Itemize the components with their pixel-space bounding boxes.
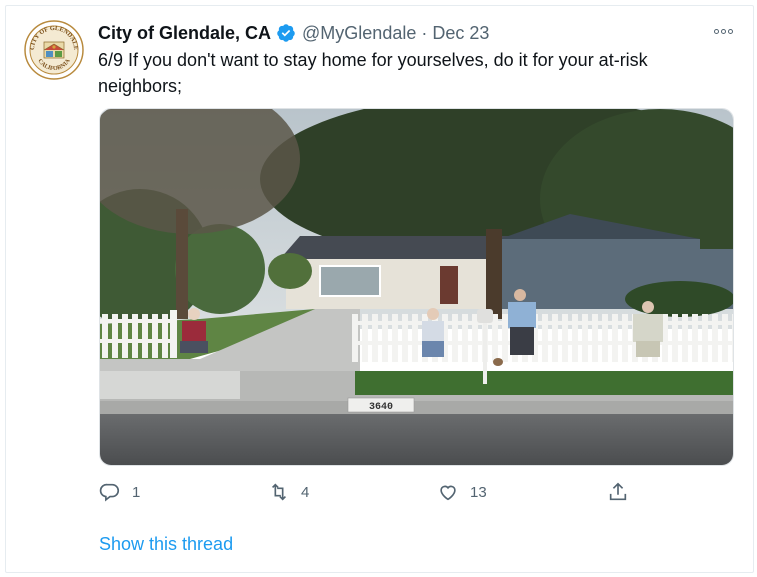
share-icon <box>609 482 627 501</box>
fence-picket <box>502 314 508 362</box>
fence-picket <box>472 314 478 362</box>
fence-picket <box>462 314 468 362</box>
reply-button[interactable]: 1 <box>99 480 140 504</box>
separator-dot: · <box>421 22 428 43</box>
fence-picket <box>622 314 628 362</box>
heart-icon <box>440 485 456 501</box>
like-button[interactable]: 13 <box>437 480 487 504</box>
tweet-photo[interactable]: 3640 <box>99 108 734 466</box>
fence-picket <box>562 314 568 362</box>
fence-picket <box>572 314 578 362</box>
fence-picket <box>552 314 558 362</box>
fence-picket <box>492 314 498 362</box>
verified-badge-icon <box>277 24 295 42</box>
house-number-text: 3640 <box>369 402 393 413</box>
fence-picket <box>692 314 698 362</box>
retweet-icon <box>271 483 287 501</box>
fence-picket <box>412 314 418 362</box>
fence-picket <box>712 314 718 362</box>
tweet-actions: 1 4 13 <box>0 480 757 506</box>
photo-image: 3640 <box>100 109 733 465</box>
fence-picket <box>352 314 358 362</box>
fence-picket <box>722 314 728 362</box>
tweet-header: City of Glendale, CA @MyGlendale · Dec 2… <box>98 20 489 46</box>
fence-picket <box>602 314 608 362</box>
show-thread-link[interactable]: Show this thread <box>99 534 233 555</box>
display-name[interactable]: City of Glendale, CA <box>98 23 271 44</box>
tweet-text: 6/9 If you don't want to stay home for y… <box>98 50 648 96</box>
fence-picket <box>682 314 688 362</box>
fence-picket <box>702 314 708 362</box>
fence-picket <box>542 314 548 362</box>
fence-picket <box>382 314 388 362</box>
fence-picket <box>392 314 398 362</box>
fence-picket <box>582 314 588 362</box>
city-seal-icon: CITY OF GLENDALE CALIFORNIA <box>24 20 84 80</box>
reply-count: 1 <box>132 483 141 501</box>
fence-picket <box>732 314 733 362</box>
more-options-icon[interactable] <box>710 23 736 39</box>
avatar[interactable]: CITY OF GLENDALE CALIFORNIA <box>24 20 84 80</box>
fence-picket <box>592 314 598 362</box>
like-count: 13 <box>470 483 487 501</box>
retweet-count: 4 <box>301 483 310 501</box>
user-handle[interactable]: @MyGlendale <box>302 23 416 44</box>
retweet-button[interactable]: 4 <box>268 480 309 504</box>
reply-icon <box>99 483 120 502</box>
fence-picket <box>452 314 458 362</box>
fence-picket <box>402 314 408 362</box>
fence-picket <box>372 314 378 362</box>
fence-picket <box>672 314 678 362</box>
share-button[interactable] <box>607 480 629 504</box>
fence-picket <box>362 314 368 362</box>
tweet-date[interactable]: Dec 23 <box>432 23 489 44</box>
fence-picket <box>612 314 618 362</box>
